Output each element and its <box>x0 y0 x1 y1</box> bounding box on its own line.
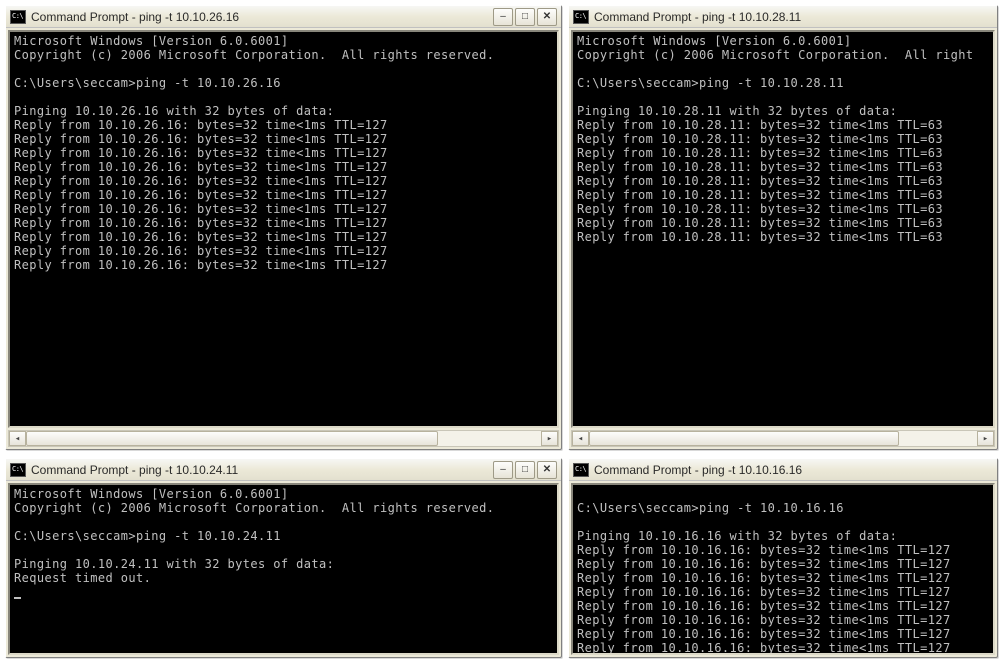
titlebar[interactable]: Command Prompt - ping -t 10.10.24.11–□✕ <box>6 459 561 481</box>
scroll-track[interactable] <box>26 431 541 446</box>
window-buttons: –□✕ <box>493 8 557 26</box>
text-cursor <box>14 597 21 599</box>
scroll-thumb[interactable] <box>589 431 899 446</box>
cmd-window[interactable]: Command Prompt - ping -t 10.10.26.16–□✕M… <box>5 5 562 450</box>
cmd-window[interactable]: Command Prompt - ping -t 10.10.16.16 C:\… <box>568 458 998 658</box>
scroll-thumb[interactable] <box>26 431 438 446</box>
terminal-output[interactable]: Microsoft Windows [Version 6.0.6001] Cop… <box>8 483 559 655</box>
cmd-icon <box>573 10 589 24</box>
window-title: Command Prompt - ping -t 10.10.16.16 <box>594 463 993 477</box>
close-button[interactable]: ✕ <box>537 8 557 26</box>
horizontal-scrollbar[interactable]: ◂▸ <box>571 430 995 447</box>
horizontal-scrollbar[interactable]: ◂▸ <box>8 430 559 447</box>
titlebar[interactable]: Command Prompt - ping -t 10.10.26.16–□✕ <box>6 6 561 28</box>
cmd-window[interactable]: Command Prompt - ping -t 10.10.28.11 Micr… <box>568 5 998 450</box>
scroll-left-button[interactable]: ◂ <box>9 431 26 446</box>
titlebar[interactable]: Command Prompt - ping -t 10.10.16.16 <box>569 459 997 481</box>
scroll-right-button[interactable]: ▸ <box>541 431 558 446</box>
titlebar[interactable]: Command Prompt - ping -t 10.10.28.11 <box>569 6 997 28</box>
window-title: Command Prompt - ping -t 10.10.26.16 <box>31 10 493 24</box>
window-title: Command Prompt - ping -t 10.10.24.11 <box>31 463 493 477</box>
minimize-button[interactable]: – <box>493 461 513 479</box>
terminal-output[interactable]: Microsoft Windows [Version 6.0.6001] Cop… <box>8 30 559 428</box>
window-buttons: –□✕ <box>493 461 557 479</box>
cmd-icon <box>573 463 589 477</box>
cmd-icon <box>10 463 26 477</box>
window-title: Command Prompt - ping -t 10.10.28.11 <box>594 10 993 24</box>
cmd-window[interactable]: Command Prompt - ping -t 10.10.24.11–□✕M… <box>5 458 562 658</box>
minimize-button[interactable]: – <box>493 8 513 26</box>
scroll-right-button[interactable]: ▸ <box>977 431 994 446</box>
close-button[interactable]: ✕ <box>537 461 557 479</box>
terminal-output[interactable]: C:\Users\seccam>ping -t 10.10.16.16 Ping… <box>571 483 995 655</box>
cmd-icon <box>10 10 26 24</box>
terminal-output[interactable]: Microsoft Windows [Version 6.0.6001] Cop… <box>571 30 995 428</box>
maximize-button[interactable]: □ <box>515 461 535 479</box>
scroll-track[interactable] <box>589 431 977 446</box>
scroll-left-button[interactable]: ◂ <box>572 431 589 446</box>
maximize-button[interactable]: □ <box>515 8 535 26</box>
